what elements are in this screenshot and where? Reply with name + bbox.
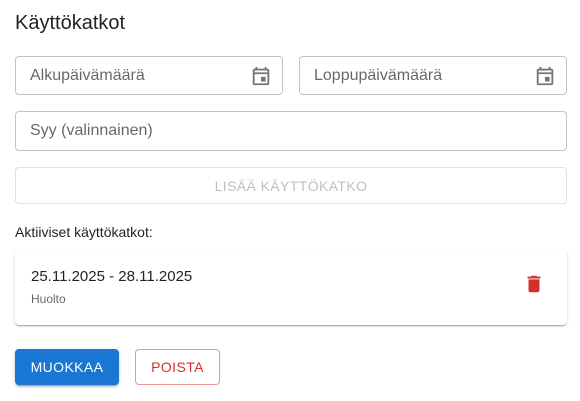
delete-button[interactable]: POISTA	[135, 349, 220, 385]
calendar-icon[interactable]	[250, 65, 272, 87]
outage-card: 25.11.2025 - 28.11.2025 Huolto	[15, 249, 567, 325]
page-title: Käyttökatkot	[15, 12, 126, 34]
edit-button[interactable]: MUOKKAA	[15, 349, 119, 385]
start-date-placeholder: Alkupäivämäärä	[30, 66, 145, 84]
calendar-icon[interactable]	[534, 65, 556, 87]
active-outages-label: Aktiiviset käyttökatkot:	[15, 224, 153, 240]
reason-placeholder: Syy (valinnainen)	[30, 122, 153, 139]
outage-reason: Huolto	[31, 292, 66, 306]
start-date-field[interactable]: Alkupäivämäärä	[15, 56, 283, 95]
end-date-field[interactable]: Loppupäivämäärä	[299, 56, 567, 95]
reason-field[interactable]: Syy (valinnainen)	[15, 111, 567, 151]
outages-panel: Käyttökatkot Alkupäivämäärä Loppupäivämä…	[0, 0, 580, 401]
end-date-placeholder: Loppupäivämäärä	[314, 66, 443, 84]
delete-outage-button[interactable]	[521, 271, 547, 297]
add-outage-button[interactable]: LISÄÄ KÄYTTÖKATKO	[15, 167, 567, 204]
outage-dates: 25.11.2025 - 28.11.2025	[31, 268, 193, 285]
trash-icon	[527, 275, 541, 293]
